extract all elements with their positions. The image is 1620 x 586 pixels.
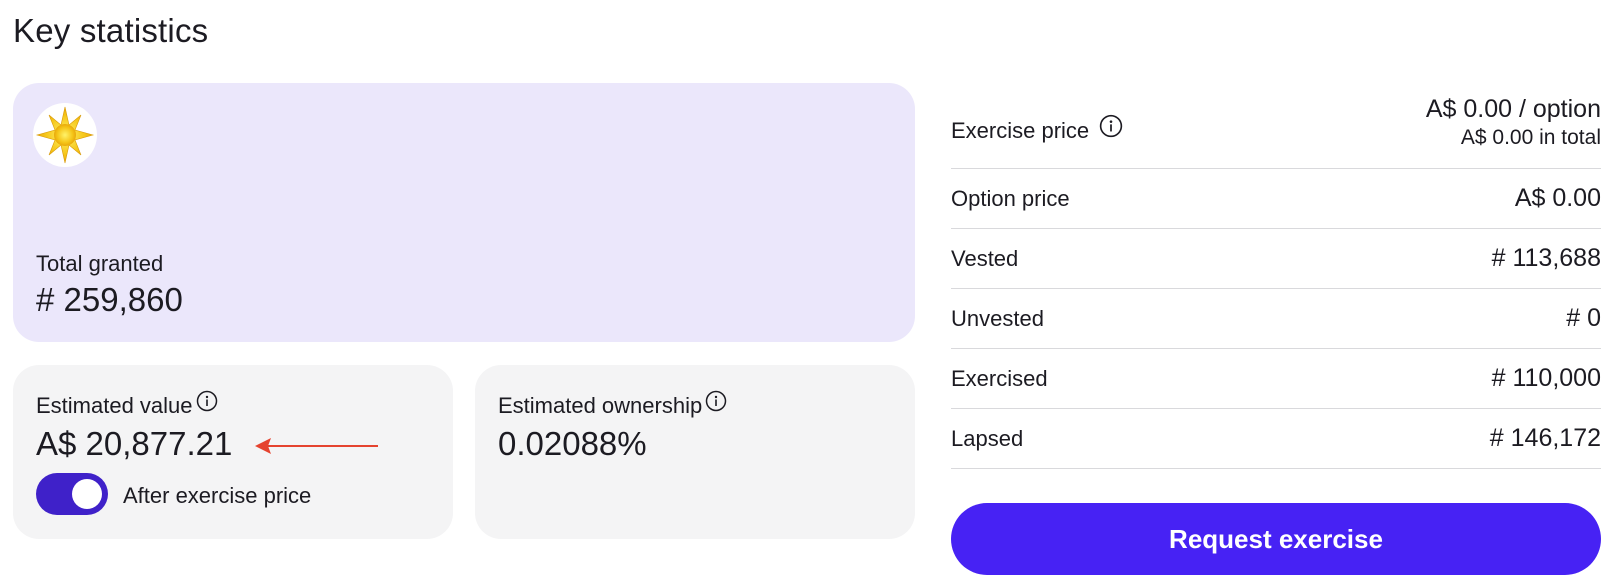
estimated-ownership-label: Estimated ownership — [498, 393, 703, 418]
request-exercise-button[interactable]: Request exercise — [951, 503, 1601, 575]
stats-row-vested: Vested # 113,688 — [951, 229, 1601, 289]
sun-icon — [35, 106, 95, 164]
stats-row-value: A$ 0.00 — [1514, 184, 1601, 212]
stats-row-label: Exercised — [951, 365, 1048, 391]
stats-row-value: # 113,688 — [1491, 244, 1601, 272]
estimated-ownership-value: 0.02088% — [498, 425, 647, 462]
exercise-price-total: A$ 0.00 in total — [1460, 126, 1601, 149]
stats-row-label: Unvested — [951, 305, 1044, 331]
estimated-ownership-heading: Estimated ownership — [498, 390, 727, 419]
exercise-price-per-option: A$ 0.00 / option — [1425, 95, 1601, 123]
stats-row-label: Vested — [951, 245, 1019, 271]
stats-row-label: Lapsed — [951, 425, 1024, 451]
estimated-value-amount: A$ 20,877.21 — [36, 425, 233, 462]
estimated-value-label: Estimated value — [36, 393, 193, 418]
stats-row-value: # 0 — [1566, 304, 1601, 332]
stats-row-value: # 110,000 — [1491, 364, 1601, 392]
estimated-value-heading: Estimated value — [36, 390, 218, 419]
info-icon[interactable] — [1099, 114, 1123, 144]
estimated-ownership-card: Estimated ownership 0.02088% — [475, 365, 915, 539]
exercise-price-label: Exercise price — [951, 118, 1090, 143]
after-exercise-price-toggle[interactable] — [36, 473, 108, 515]
exercise-price-values: A$ 0.00 / option A$ 0.00 in total — [1426, 95, 1601, 150]
toggle-label: After exercise price — [123, 483, 312, 508]
info-icon[interactable] — [705, 390, 727, 418]
stats-table: Exercise price A$ 0.00 / option A$ 0.00 … — [951, 90, 1601, 469]
stats-row-value: # 146,172 — [1489, 424, 1601, 452]
estimated-value-card: Estimated value A$ 20,877.21 After exerc… — [13, 365, 453, 539]
key-statistics-page: Key statistics Total granted # 259,860 E… — [0, 0, 1620, 586]
company-logo — [33, 103, 97, 167]
total-granted-card: Total granted # 259,860 — [13, 83, 915, 342]
stats-row-exercise-price: Exercise price A$ 0.00 / option A$ 0.00 … — [951, 90, 1601, 169]
stats-row-unvested: Unvested # 0 — [951, 289, 1601, 349]
red-arrow-annotation — [255, 438, 378, 454]
stats-row-label: Option price — [951, 185, 1070, 211]
total-granted-value: # 259,860 — [36, 281, 183, 318]
info-icon[interactable] — [196, 390, 218, 418]
total-granted-label: Total granted — [36, 251, 164, 276]
stats-row-lapsed: Lapsed # 146,172 — [951, 409, 1601, 469]
page-title: Key statistics — [13, 12, 209, 49]
toggle-knob — [72, 479, 102, 509]
stats-row-option-price: Option price A$ 0.00 — [951, 169, 1601, 229]
stats-row-exercised: Exercised # 110,000 — [951, 349, 1601, 409]
stats-row-label: Exercise price — [951, 114, 1123, 144]
